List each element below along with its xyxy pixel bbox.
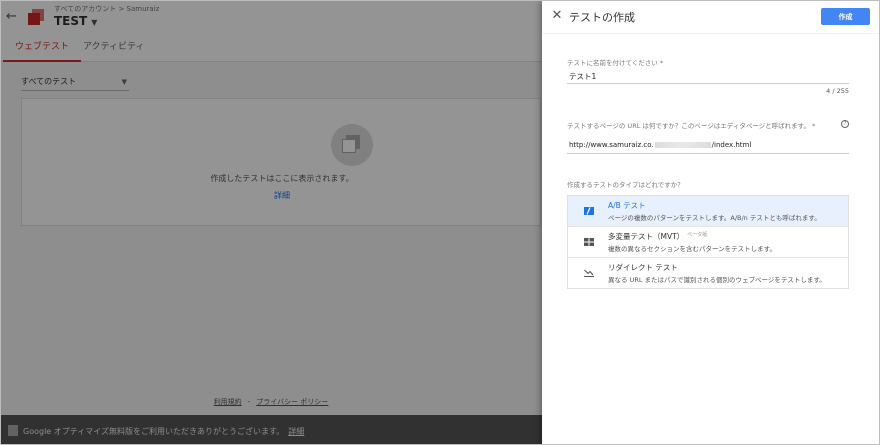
test-type-question: 作成するテストのタイプはどれですか？ [567,181,684,189]
panel-title: テストの作成 [569,11,635,24]
panel-header: ✕ テストの作成 作成 [542,1,879,33]
create-button[interactable]: 作成 [821,8,870,25]
beta-badge: ベータ版 [687,232,708,238]
redirect-icon [584,269,594,277]
type-description: 複数の異なるセクションを含むパターンをテストします。 [608,245,777,253]
blurred-path [654,142,711,148]
test-name-underline [567,83,849,84]
type-option-mvt[interactable]: 多変量テスト（MVT） ベータ版 複数の異なるセクションを含むパターンをテストしま… [568,227,848,258]
test-type-list: A/B テスト ページの複数のパターンをテストします。A/B/n テストとも呼ば… [567,195,849,289]
type-name: 多変量テスト（MVT） ベータ版 [608,232,708,241]
url-label: テストするページの URL は何ですか？このページはエディタページと呼ばれます。… [567,122,816,130]
type-name: リダイレクト テスト [608,263,678,272]
url-underline [567,153,849,154]
ab-test-icon [584,207,594,215]
test-name-input[interactable]: テスト1 [569,71,596,82]
close-icon[interactable]: ✕ [551,9,563,23]
url-prefix: http://www.samuraiz.co. [569,141,654,149]
panel-body: テストに名前を付けてください * テスト1 4 / 255 テストするページの … [542,33,879,444]
help-icon[interactable]: ? [841,120,849,128]
type-option-redirect[interactable]: リダイレクト テスト 異なる URL またはパスで識別される個別のウェブページを… [568,258,848,289]
url-input[interactable]: http://www.samuraiz.co. /index.html [569,141,751,149]
char-counter: 4 / 255 [826,87,849,95]
type-description: ページの複数のパターンをテストします。A/B/n テストとも呼ばれます。 [608,214,821,222]
create-test-panel: ✕ テストの作成 作成 テストに名前を付けてください * テスト1 4 / 25… [542,1,879,444]
type-option-ab[interactable]: A/B テスト ページの複数のパターンをテストします。A/B/n テストとも呼ば… [568,196,848,227]
url-suffix: /index.html [711,141,752,149]
type-description: 異なる URL またはパスで識別される個別のウェブページをテストします。 [608,276,826,284]
grid-icon [584,238,594,246]
type-name: A/B テスト [608,201,646,210]
test-name-label: テストに名前を付けてください * [567,59,664,67]
window: ← すべてのアカウント > Samuraiz TEST ▼ ウェブテスト アクティ… [0,0,880,445]
